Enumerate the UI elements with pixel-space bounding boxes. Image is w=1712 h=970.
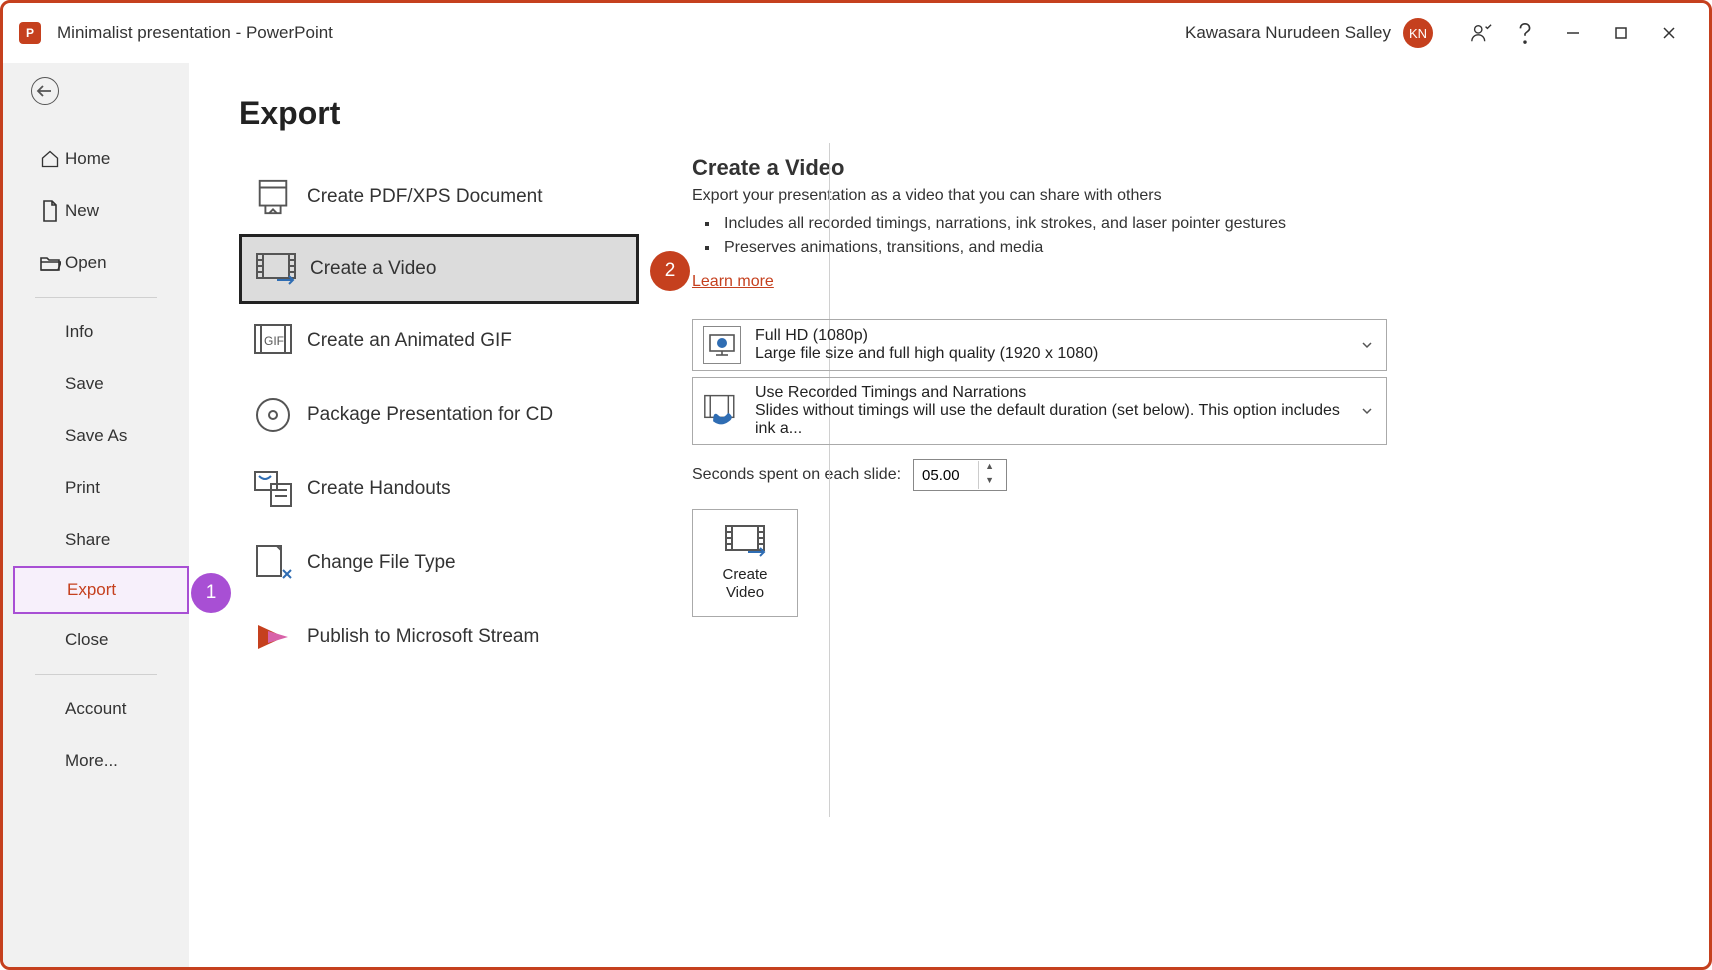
coming-soon-icon[interactable] (1461, 22, 1501, 44)
details-bullet: Includes all recorded timings, narration… (720, 215, 1659, 233)
sidebar-item-label: Open (65, 253, 107, 273)
details-title: Create a Video (692, 155, 1659, 181)
create-video-icon (724, 524, 766, 560)
details-subtitle: Export your presentation as a video that… (692, 187, 1659, 205)
vertical-divider (829, 143, 830, 817)
dropdown-title: Full HD (1080p) (755, 327, 1362, 345)
backstage-body: Home New Open Info Save (3, 63, 1709, 967)
video-quality-dropdown[interactable]: Full HD (1080p) Large file size and full… (692, 319, 1387, 371)
sidebar-item-label: Export (67, 580, 116, 600)
export-option-label: Create PDF/XPS Document (307, 186, 542, 208)
details-bullets: Includes all recorded timings, narration… (720, 215, 1659, 257)
export-option-package-cd[interactable]: Package Presentation for CD (239, 378, 639, 452)
spinner-up-button[interactable]: ▲ (979, 461, 1000, 475)
home-icon (35, 149, 65, 169)
back-button[interactable] (31, 77, 59, 105)
learn-more-link[interactable]: Learn more (692, 273, 774, 291)
export-option-publish-stream[interactable]: Publish to Microsoft Stream (239, 600, 639, 674)
handouts-icon (247, 468, 299, 510)
export-option-animated-gif[interactable]: GIF Create an Animated GIF (239, 304, 639, 378)
monitor-icon (703, 326, 741, 364)
timings-icon (703, 392, 741, 430)
user-avatar[interactable]: KN (1403, 18, 1433, 48)
dropdown-subtitle: Slides without timings will use the defa… (755, 402, 1362, 438)
sidebar-item-label: Account (65, 699, 126, 719)
seconds-input[interactable] (914, 467, 978, 484)
sidebar-item-account[interactable]: Account (3, 683, 189, 735)
stream-icon (247, 616, 299, 658)
sidebar-item-close[interactable]: Close (3, 614, 189, 666)
cd-icon (247, 394, 299, 436)
export-option-label: Package Presentation for CD (307, 404, 553, 426)
spinner-down-button[interactable]: ▼ (979, 475, 1000, 489)
dropdown-title: Use Recorded Timings and Narrations (755, 384, 1362, 402)
export-option-label: Create Handouts (307, 478, 451, 500)
sidebar-item-print[interactable]: Print (3, 462, 189, 514)
sidebar-item-label: Close (65, 630, 108, 650)
export-option-pdf-xps[interactable]: Create PDF/XPS Document (239, 160, 639, 234)
open-folder-icon (35, 254, 65, 272)
seconds-row: Seconds spent on each slide: ▲ ▼ (692, 459, 1659, 491)
sidebar-item-label: Info (65, 322, 93, 342)
export-option-label: Create an Animated GIF (307, 330, 512, 352)
video-icon (250, 248, 302, 290)
sidebar-item-label: New (65, 201, 99, 221)
sidebar-divider (35, 674, 157, 675)
export-option-label: Change File Type (307, 552, 456, 574)
sidebar-item-new[interactable]: New (3, 185, 189, 237)
sidebar-item-label: Share (65, 530, 110, 550)
sidebar-item-more[interactable]: More... (3, 735, 189, 787)
seconds-spinner[interactable]: ▲ ▼ (913, 459, 1007, 491)
export-details-pane: Create a Video Export your presentation … (692, 95, 1659, 967)
sidebar-item-label: Save (65, 374, 104, 394)
export-option-label: Create a Video (310, 258, 436, 280)
user-name[interactable]: Kawasara Nurudeen Salley (1185, 23, 1391, 43)
export-option-label: Publish to Microsoft Stream (307, 626, 539, 648)
create-video-label: CreateVideo (722, 566, 767, 602)
sidebar-item-home[interactable]: Home (3, 133, 189, 185)
sidebar-item-label: Print (65, 478, 100, 498)
pdf-icon (247, 176, 299, 218)
close-button[interactable] (1645, 13, 1693, 53)
gif-icon: GIF (247, 320, 299, 362)
backstage-sidebar: Home New Open Info Save (3, 63, 189, 967)
sidebar-item-share[interactable]: Share (3, 514, 189, 566)
export-option-change-file-type[interactable]: Change File Type (239, 526, 639, 600)
sidebar-item-label: More... (65, 751, 118, 771)
app-frame: P Minimalist presentation - PowerPoint K… (0, 0, 1712, 970)
export-options-list: Export Create PDF/XPS Document Create a … (239, 95, 644, 967)
details-bullet: Preserves animations, transitions, and m… (720, 239, 1659, 257)
annotation-badge-1: 1 (191, 573, 231, 613)
sidebar-item-save[interactable]: Save (3, 358, 189, 410)
timings-dropdown[interactable]: Use Recorded Timings and Narrations Slid… (692, 377, 1387, 445)
titlebar: P Minimalist presentation - PowerPoint K… (3, 3, 1709, 63)
maximize-button[interactable] (1597, 13, 1645, 53)
sidebar-item-label: Home (65, 149, 110, 169)
powerpoint-app-icon: P (19, 22, 41, 44)
export-option-create-video[interactable]: Create a Video 2 (239, 234, 639, 304)
sidebar-item-save-as[interactable]: Save As (3, 410, 189, 462)
minimize-button[interactable] (1549, 13, 1597, 53)
export-option-create-handouts[interactable]: Create Handouts (239, 452, 639, 526)
help-button[interactable] (1501, 13, 1549, 53)
dropdown-subtitle: Large file size and full high quality (1… (755, 345, 1362, 363)
new-file-icon (35, 200, 65, 222)
sidebar-item-open[interactable]: Open (3, 237, 189, 289)
sidebar-item-info[interactable]: Info (3, 306, 189, 358)
change-file-type-icon (247, 542, 299, 584)
seconds-label: Seconds spent on each slide: (692, 466, 901, 484)
chevron-down-icon (1362, 402, 1376, 420)
create-video-button[interactable]: CreateVideo (692, 509, 798, 617)
sidebar-item-label: Save As (65, 426, 127, 446)
page-title: Export (239, 95, 644, 132)
main-pane: Export Create PDF/XPS Document Create a … (189, 63, 1709, 967)
document-title: Minimalist presentation - PowerPoint (57, 23, 333, 43)
sidebar-item-export[interactable]: Export (13, 566, 189, 614)
svg-text:GIF: GIF (264, 334, 284, 348)
sidebar-divider (35, 297, 157, 298)
chevron-down-icon (1362, 336, 1376, 354)
annotation-badge-2: 2 (650, 251, 690, 291)
